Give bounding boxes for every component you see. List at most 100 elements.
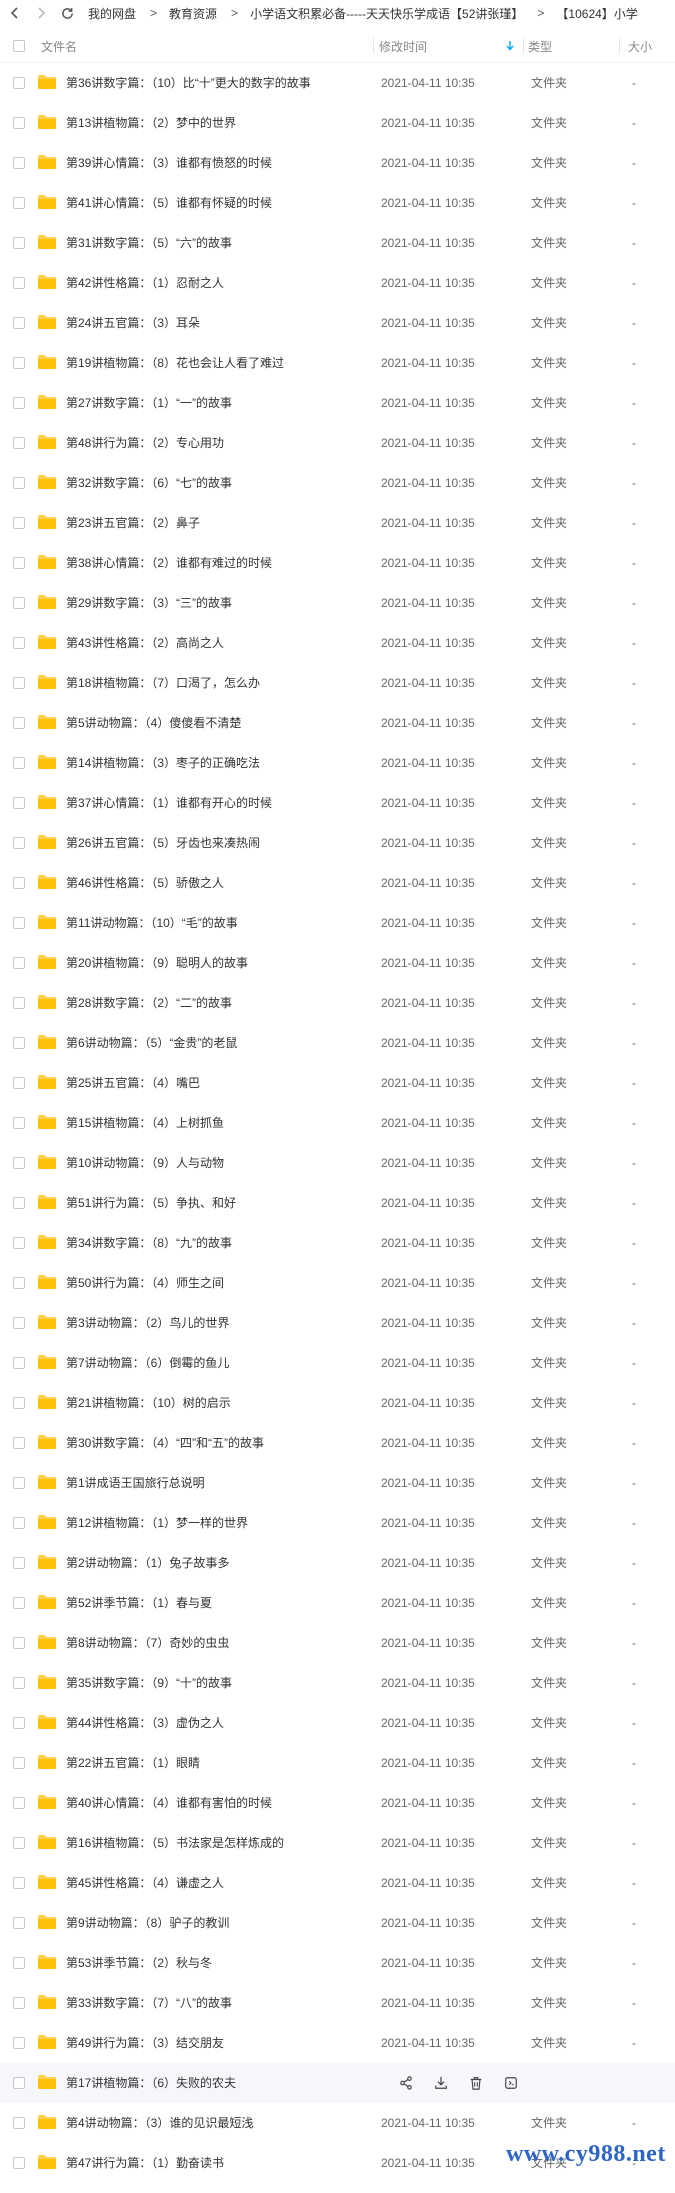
table-row[interactable]: 第8讲动物篇：（7）奇妙的虫虫 2021-04-11 10:35 文件夹 - (0, 1623, 675, 1663)
table-row[interactable]: 第16讲植物篇：（5）书法家是怎样炼成的 2021-04-11 10:35 文件夹 - (0, 1823, 675, 1863)
file-name[interactable]: 第46讲性格篇：（5）骄傲之人 (66, 863, 224, 903)
breadcrumb-root[interactable]: 我的网盘 (88, 5, 136, 22)
file-name[interactable]: 第29讲数字篇：（3）“三”的故事 (66, 583, 232, 623)
file-name[interactable]: 第24讲五官篇：（3）耳朵 (66, 303, 200, 343)
row-checkbox[interactable] (13, 277, 25, 289)
breadcrumb-current[interactable]: 【10624】小学 (556, 5, 637, 22)
back-button[interactable] (6, 3, 24, 23)
table-row[interactable]: 第17讲植物篇：（6）失败的农夫 (0, 2063, 675, 2103)
row-checkbox[interactable] (13, 917, 25, 929)
column-modified[interactable]: 修改时间 (379, 30, 427, 62)
file-name[interactable]: 第10讲动物篇：（9）人与动物 (66, 1143, 224, 1183)
table-row[interactable]: 第3讲动物篇：（2）鸟儿的世界 2021-04-11 10:35 文件夹 - (0, 1303, 675, 1343)
row-checkbox[interactable] (13, 1557, 25, 1569)
file-name[interactable]: 第22讲五官篇：（1）眼睛 (66, 1743, 200, 1783)
row-checkbox[interactable] (13, 997, 25, 1009)
file-name[interactable]: 第3讲动物篇：（2）鸟儿的世界 (66, 1303, 229, 1343)
row-checkbox[interactable] (13, 957, 25, 969)
file-name[interactable]: 第2讲动物篇：（1）兔子故事多 (66, 1543, 229, 1583)
row-checkbox[interactable] (13, 157, 25, 169)
file-name[interactable]: 第51讲行为篇：（5）争执、和好 (66, 1183, 236, 1223)
table-row[interactable]: 第48讲行为篇：（2）专心用功 2021-04-11 10:35 文件夹 - (0, 423, 675, 463)
sort-icon[interactable] (506, 30, 514, 62)
row-checkbox[interactable] (13, 2117, 25, 2129)
file-name[interactable]: 第6讲动物篇：（5）“金贵”的老鼠 (66, 1023, 237, 1063)
table-row[interactable]: 第10讲动物篇：（9）人与动物 2021-04-11 10:35 文件夹 - (0, 1143, 675, 1183)
file-name[interactable]: 第42讲性格篇：（1）忍耐之人 (66, 263, 224, 303)
file-name[interactable]: 第17讲植物篇：（6）失败的农夫 (66, 2063, 236, 2103)
file-name[interactable]: 第38讲心情篇：（2）谁都有难过的时候 (66, 543, 272, 583)
table-row[interactable]: 第9讲动物篇：（8）驴子的教训 2021-04-11 10:35 文件夹 - (0, 1903, 675, 1943)
row-checkbox[interactable] (13, 477, 25, 489)
refresh-button[interactable] (58, 3, 76, 23)
table-row[interactable]: 第53讲季节篇：（2）秋与冬 2021-04-11 10:35 文件夹 - (0, 1943, 675, 1983)
breadcrumb-education[interactable]: 教育资源 (169, 5, 217, 22)
file-name[interactable]: 第37讲心情篇：（1）谁都有开心的时候 (66, 783, 272, 823)
file-name[interactable]: 第36讲数字篇：（10）比“十”更大的数字的故事 (66, 63, 311, 103)
table-row[interactable]: 第13讲植物篇：（2）梦中的世界 2021-04-11 10:35 文件夹 - (0, 103, 675, 143)
row-checkbox[interactable] (13, 317, 25, 329)
table-row[interactable]: 第31讲数字篇：（5）“六”的故事 2021-04-11 10:35 文件夹 - (0, 223, 675, 263)
row-checkbox[interactable] (13, 1757, 25, 1769)
row-checkbox[interactable] (13, 2037, 25, 2049)
delete-button[interactable] (468, 2075, 484, 2091)
file-name[interactable]: 第1讲成语王国旅行总说明 (66, 1463, 205, 1503)
row-checkbox[interactable] (13, 557, 25, 569)
file-name[interactable]: 第53讲季节篇：（2）秋与冬 (66, 1943, 212, 1983)
table-row[interactable]: 第24讲五官篇：（3）耳朵 2021-04-11 10:35 文件夹 - (0, 303, 675, 343)
file-name[interactable]: 第4讲动物篇：（3）谁的见识最短浅 (66, 2103, 253, 2143)
row-checkbox[interactable] (13, 1677, 25, 1689)
file-name[interactable]: 第41讲心情篇：（5）谁都有怀疑的时候 (66, 183, 272, 223)
table-row[interactable]: 第12讲植物篇：（1）梦一样的世界 2021-04-11 10:35 文件夹 - (0, 1503, 675, 1543)
column-divider[interactable] (523, 38, 524, 54)
row-checkbox[interactable] (13, 1477, 25, 1489)
file-name[interactable]: 第48讲行为篇：（2）专心用功 (66, 423, 224, 463)
file-name[interactable]: 第21讲植物篇：（10）树的启示 (66, 1383, 231, 1423)
file-name[interactable]: 第33讲数字篇：（7）“八”的故事 (66, 1983, 232, 2023)
row-checkbox[interactable] (13, 437, 25, 449)
row-checkbox[interactable] (13, 77, 25, 89)
row-checkbox[interactable] (13, 1437, 25, 1449)
table-row[interactable]: 第22讲五官篇：（1）眼睛 2021-04-11 10:35 文件夹 - (0, 1743, 675, 1783)
table-row[interactable]: 第41讲心情篇：（5）谁都有怀疑的时候 2021-04-11 10:35 文件夹 - (0, 183, 675, 223)
file-name[interactable]: 第16讲植物篇：（5）书法家是怎样炼成的 (66, 1823, 284, 1863)
column-divider[interactable] (619, 38, 620, 54)
column-size[interactable]: 大小 (628, 30, 652, 62)
table-row[interactable]: 第4讲动物篇：（3）谁的见识最短浅 2021-04-11 10:35 文件夹 - (0, 2103, 675, 2143)
row-checkbox[interactable] (13, 597, 25, 609)
table-row[interactable]: 第50讲行为篇：（4）师生之间 2021-04-11 10:35 文件夹 - (0, 1263, 675, 1303)
file-name[interactable]: 第32讲数字篇：（6）“七”的故事 (66, 463, 232, 503)
table-row[interactable]: 第36讲数字篇：（10）比“十”更大的数字的故事 2021-04-11 10:35… (0, 63, 675, 103)
file-name[interactable]: 第8讲动物篇：（7）奇妙的虫虫 (66, 1623, 229, 1663)
table-row[interactable]: 第26讲五官篇：（5）牙齿也来凑热闹 2021-04-11 10:35 文件夹 - (0, 823, 675, 863)
row-checkbox[interactable] (13, 197, 25, 209)
column-divider[interactable] (373, 38, 374, 54)
select-all-checkbox[interactable] (13, 40, 25, 52)
table-row[interactable]: 第25讲五官篇：（4）嘴巴 2021-04-11 10:35 文件夹 - (0, 1063, 675, 1103)
row-checkbox[interactable] (13, 2157, 25, 2169)
row-checkbox[interactable] (13, 677, 25, 689)
table-row[interactable]: 第32讲数字篇：（6）“七”的故事 2021-04-11 10:35 文件夹 - (0, 463, 675, 503)
table-row[interactable]: 第5讲动物篇：（4）傻傻看不清楚 2021-04-11 10:35 文件夹 - (0, 703, 675, 743)
table-row[interactable]: 第7讲动物篇：（6）倒霉的鱼儿 2021-04-11 10:35 文件夹 - (0, 1343, 675, 1383)
row-checkbox[interactable] (13, 1717, 25, 1729)
file-name[interactable]: 第47讲行为篇：（1）勤奋读书 (66, 2143, 224, 2183)
table-row[interactable]: 第18讲植物篇：（7）口渴了，怎么办 2021-04-11 10:35 文件夹 - (0, 663, 675, 703)
file-name[interactable]: 第9讲动物篇：（8）驴子的教训 (66, 1903, 229, 1943)
table-row[interactable]: 第11讲动物篇：（10）“毛”的故事 2021-04-11 10:35 文件夹 - (0, 903, 675, 943)
file-name[interactable]: 第28讲数字篇：（2）“二”的故事 (66, 983, 232, 1023)
row-checkbox[interactable] (13, 397, 25, 409)
table-row[interactable]: 第30讲数字篇：（4）“四”和“五”的故事 2021-04-11 10:35 文件夹… (0, 1423, 675, 1463)
file-name[interactable]: 第19讲植物篇：（8）花也会让人看了难过 (66, 343, 284, 383)
file-name[interactable]: 第27讲数字篇：（1）“一”的故事 (66, 383, 232, 423)
file-name[interactable]: 第5讲动物篇：（4）傻傻看不清楚 (66, 703, 241, 743)
table-row[interactable]: 第43讲性格篇：（2）高尚之人 2021-04-11 10:35 文件夹 - (0, 623, 675, 663)
row-checkbox[interactable] (13, 1877, 25, 1889)
table-row[interactable]: 第51讲行为篇：（5）争执、和好 2021-04-11 10:35 文件夹 - (0, 1183, 675, 1223)
row-checkbox[interactable] (13, 1797, 25, 1809)
file-name[interactable]: 第20讲植物篇：（9）聪明人的故事 (66, 943, 248, 983)
table-row[interactable]: 第40讲心情篇：（4）谁都有害怕的时候 2021-04-11 10:35 文件夹 - (0, 1783, 675, 1823)
file-name[interactable]: 第44讲性格篇：（3）虚伪之人 (66, 1703, 224, 1743)
table-row[interactable]: 第42讲性格篇：（1）忍耐之人 2021-04-11 10:35 文件夹 - (0, 263, 675, 303)
row-checkbox[interactable] (13, 1957, 25, 1969)
